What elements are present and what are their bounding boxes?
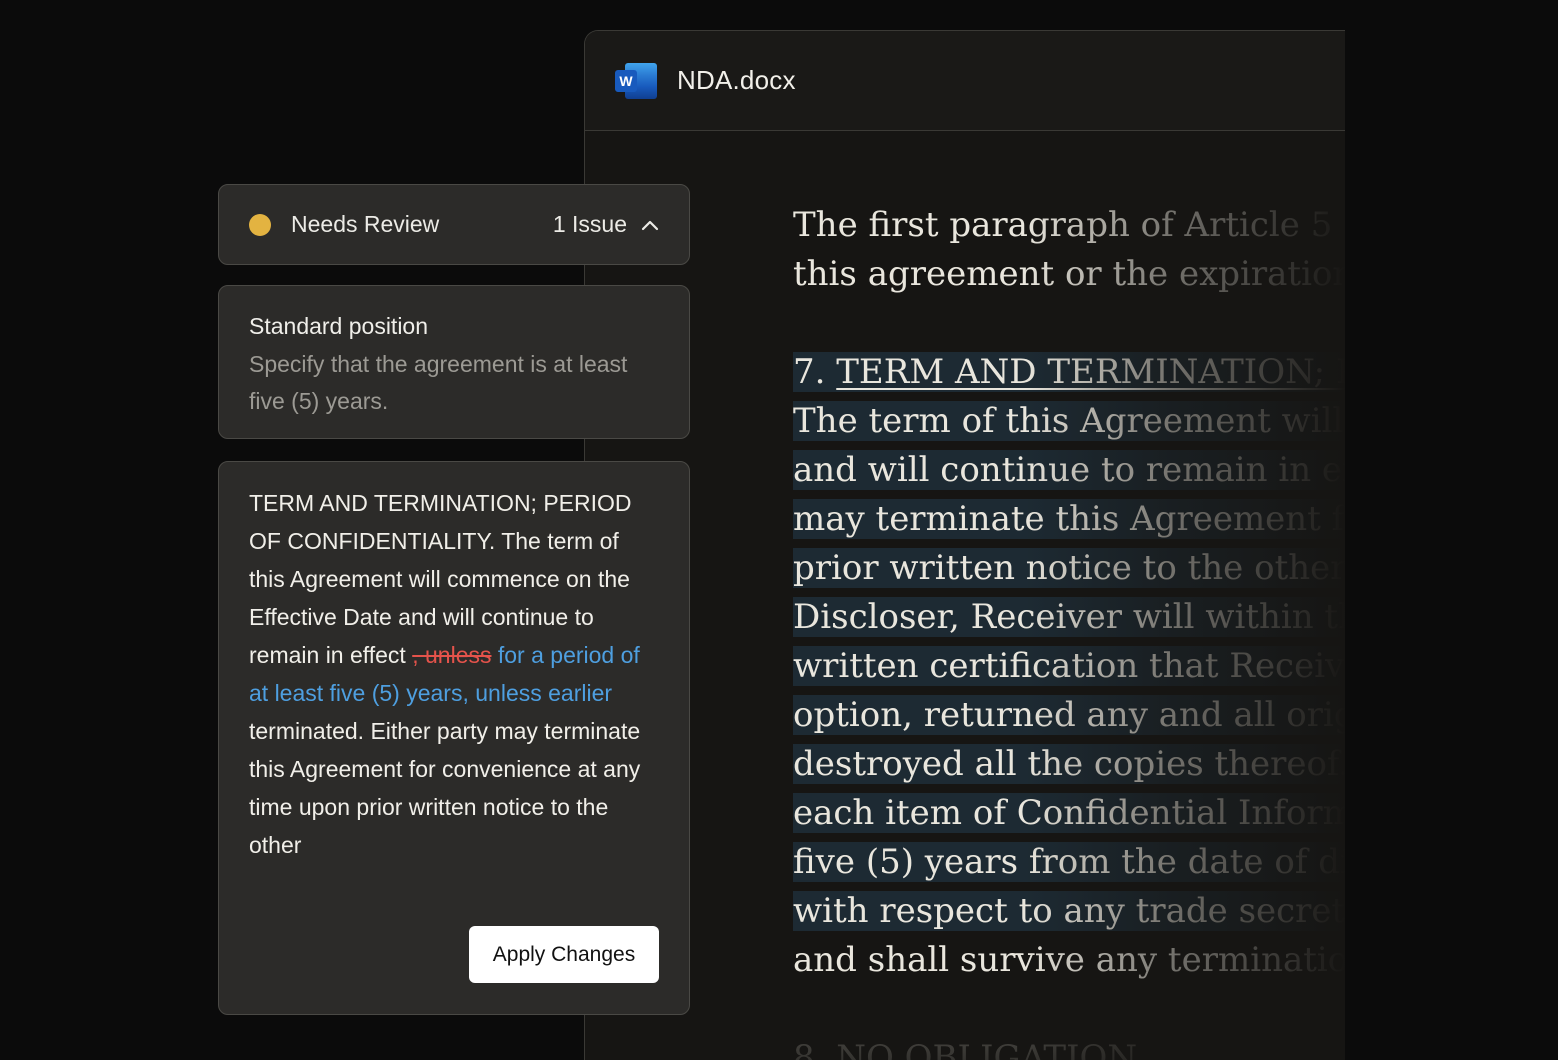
document-line: and shall survive any termination — [793, 936, 1345, 985]
word-icon: W — [615, 61, 657, 101]
chevron-up-icon[interactable] — [641, 216, 659, 234]
line-text: option, returned any and all origi — [793, 695, 1345, 735]
issue-count: 1 Issue — [552, 211, 627, 237]
document-line: written certification that Receive — [793, 642, 1345, 691]
document-line: each item of Confidential Inform — [793, 789, 1345, 838]
document-line: destroyed all the copies thereof. I — [793, 740, 1345, 789]
app-stage: W NDA.docx The first paragraph of Articl… — [0, 0, 1558, 1060]
line-text: The first paragraph of Article 5 re — [793, 205, 1345, 245]
line-text: prior written notice to the other p — [793, 548, 1345, 588]
standard-position-title: Standard position — [249, 313, 429, 339]
document-header: W NDA.docx — [585, 31, 1345, 131]
highlighted-text: with respect to any trade secrets, — [793, 891, 1345, 931]
line-text: each item of Confidential Inform — [793, 793, 1345, 833]
line-text: may terminate this Agreement fo — [793, 499, 1345, 539]
document-text: this agreement or the expiration o — [793, 254, 1345, 294]
line-text: destroyed all the copies thereof. I — [793, 744, 1345, 784]
document-line: may terminate this Agreement fo — [793, 495, 1345, 544]
document-line: five (5) years from the date of disc — [793, 838, 1345, 887]
document-line: The first paragraph of Article 5 re — [793, 201, 1345, 250]
document-line: 8. NO OBLIGATION — [793, 1034, 1345, 1060]
document-text: 8. NO OBLIGATION — [793, 1038, 1137, 1060]
document-line: prior written notice to the other p — [793, 544, 1345, 593]
line-text: with respect to any trade secrets, — [793, 891, 1345, 931]
document-line: Discloser, Receiver will within thi — [793, 593, 1345, 642]
redline-suggestion-card: TERM AND TERMINATION; PERIOD OF CONFIDEN… — [218, 461, 690, 1015]
document-line: and will continue to remain in eff — [793, 446, 1345, 495]
standard-position-card: Standard position Specify that the agree… — [218, 285, 690, 439]
highlighted-text: The term of this Agreement will c — [793, 401, 1345, 441]
document-line: this agreement or the expiration o — [793, 250, 1345, 299]
highlighted-text: destroyed all the copies thereof. I — [793, 744, 1345, 784]
highlighted-text: written certification that Receive — [793, 646, 1345, 686]
section-number: 7. — [793, 352, 837, 392]
redline-text: TERM AND TERMINATION; PERIOD OF CONFIDEN… — [249, 484, 659, 864]
line-text: written certification that Receive — [793, 646, 1345, 686]
document-line: option, returned any and all origi — [793, 691, 1345, 740]
highlighted-text: may terminate this Agreement fo — [793, 499, 1345, 539]
highlighted-text: prior written notice to the other p — [793, 548, 1345, 588]
apply-changes-button[interactable]: Apply Changes — [469, 926, 659, 983]
deleted-text: , unless — [412, 642, 492, 668]
document-body: The first paragraph of Article 5 re this … — [793, 201, 1345, 1060]
document-line — [793, 299, 1345, 348]
document-line: 7. TERM AND TERMINATION; P — [793, 348, 1345, 397]
document-window: W NDA.docx The first paragraph of Articl… — [584, 30, 1345, 1060]
highlighted-text: option, returned any and all origi — [793, 695, 1345, 735]
highlighted-text: each item of Confidential Inform — [793, 793, 1345, 833]
line-text: and will continue to remain in eff — [793, 450, 1345, 490]
document-line: with respect to any trade secrets, — [793, 887, 1345, 936]
line-text: five (5) years from the date of disc — [793, 842, 1345, 882]
redline-segment: terminated. Either party may terminate t… — [249, 718, 641, 858]
review-status-card[interactable]: Needs Review 1 Issue — [218, 184, 690, 265]
status-label: Needs Review — [291, 211, 440, 237]
section-heading: TERM AND TERMINATION; P — [836, 352, 1345, 392]
line-text: this agreement or the expiration o — [793, 254, 1345, 294]
document-text: and shall survive any termination — [793, 940, 1345, 980]
document-title: NDA.docx — [677, 65, 796, 95]
highlighted-text: 7. TERM AND TERMINATION; P — [793, 352, 1345, 392]
document-line — [793, 985, 1345, 1034]
line-text: The term of this Agreement will c — [793, 401, 1345, 441]
line-text: and shall survive any termination — [793, 940, 1345, 980]
status-dot-icon — [249, 213, 271, 236]
document-text: The first paragraph of Article 5 re — [793, 205, 1345, 245]
highlighted-text: five (5) years from the date of disc — [793, 842, 1345, 882]
line-text: 8. NO OBLIGATION — [793, 1038, 1138, 1060]
standard-position-description: Specify that the agreement is at least f… — [249, 351, 628, 414]
word-icon-badge: W — [615, 69, 637, 92]
document-line: The term of this Agreement will c — [793, 397, 1345, 446]
line-text: Discloser, Receiver will within thi — [793, 597, 1345, 637]
highlighted-text: Discloser, Receiver will within thi — [793, 597, 1345, 637]
highlighted-text: and will continue to remain in eff — [793, 450, 1345, 490]
